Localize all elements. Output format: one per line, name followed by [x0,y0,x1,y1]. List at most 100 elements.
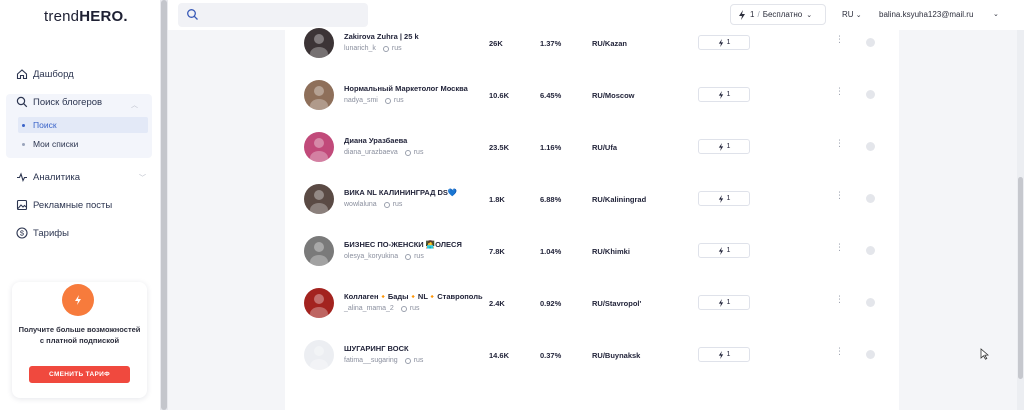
page-scrollbar[interactable] [1017,30,1024,410]
more-options-icon[interactable]: ⋮ [835,191,844,200]
bolt-icon [62,284,94,316]
select-checkbox[interactable] [866,350,875,359]
sidebar-item-analytics[interactable]: Аналитика [16,171,80,183]
blogger-name[interactable]: Нормальный Маркетолог Москва [344,84,468,93]
sidebar: trendHERO. Дашборд Поиск блогеров ︿ Поис… [0,0,160,410]
avatar[interactable] [304,288,334,318]
sidebar-subitem-my-lists[interactable]: Мои списки [18,136,78,152]
globe-icon [404,149,411,156]
bolt-icon [718,90,723,99]
unlock-button[interactable]: 1 [698,139,750,154]
blogger-name[interactable]: ШУГАРИНГ ВОСК [344,344,409,353]
language-tag: rus [382,45,402,52]
select-checkbox[interactable] [866,194,875,203]
followers-count: 1.8K [489,195,505,204]
handle-text: wowlaluna [344,201,377,208]
more-options-icon[interactable]: ⋮ [835,87,844,96]
language-tag: rus [400,305,420,312]
geo-location: RU/Kaliningrad [592,195,647,204]
sidebar-item-tariffs[interactable]: $ Тарифы [16,227,69,239]
table-row[interactable]: БИЗНЕС ПО-ЖЕНСКИ 👩‍💻ОЛЕСЯ olesya_koryuki… [285,226,899,278]
blogger-handle: _alina_mama_2 rus [344,305,420,312]
bolt-icon [718,350,723,359]
geo-location: RU/Moscow [592,91,635,100]
globe-icon [382,45,389,52]
bolt-icon [718,194,723,203]
more-options-icon[interactable]: ⋮ [835,139,844,148]
unlock-cost: 1 [726,351,731,358]
dollar-icon: $ [16,227,28,239]
followers-count: 23.5K [489,143,510,152]
unlock-button[interactable]: 1 [698,347,750,362]
sidebar-item-dashboard[interactable]: Дашборд [16,68,74,80]
pulse-icon [16,171,28,183]
blogger-name[interactable]: ВИКА NL КАЛИНИНГРАД DS💙 [344,188,457,197]
avatar[interactable] [304,28,334,58]
select-checkbox[interactable] [866,298,875,307]
avatar[interactable] [304,80,334,110]
language-text: rus [413,149,424,156]
home-icon [16,68,28,80]
followers-count: 26K [489,39,503,48]
engagement-rate: 6.45% [540,91,562,100]
app-logo[interactable]: trendHERO. [44,8,128,25]
table-row[interactable]: ШУГАРИНГ ВОСК fatima__sugaring rus 14.6K… [285,330,899,382]
blogger-name[interactable]: Диана Уразбаева [344,136,407,145]
more-options-icon[interactable]: ⋮ [835,243,844,252]
scrollbar-thumb[interactable] [1018,177,1023,379]
unlock-button[interactable]: 1 [698,243,750,258]
blogger-name[interactable]: БИЗНЕС ПО-ЖЕНСКИ 👩‍💻ОЛЕСЯ [344,240,462,249]
scrollbar-thumb[interactable] [161,0,167,410]
sidebar-item-ad-posts[interactable]: Рекламные посты [16,199,112,211]
avatar[interactable] [304,132,334,162]
engagement-rate: 1.37% [540,39,562,48]
unlock-button[interactable]: 1 [698,35,750,50]
table-row[interactable]: ВИКА NL КАЛИНИНГРАД DS💙 wowlaluna rus 1.… [285,174,899,226]
blogger-handle: lunarich_k rus [344,45,402,52]
more-options-icon[interactable]: ⋮ [835,35,844,44]
sidebar-scrollbar[interactable] [160,0,168,410]
blogger-handle: diana_urazbaeva rus [344,149,423,156]
blogger-name[interactable]: Коллаген🔸Бады🔸NL🔸Ставрополь [344,292,483,301]
table-row[interactable]: Коллаген🔸Бады🔸NL🔸Ставрополь _alina_mama_… [285,278,899,330]
avatar[interactable] [304,184,334,214]
select-checkbox[interactable] [866,90,875,99]
sidebar-item-label: Дашборд [33,68,74,80]
sidebar-item-label: Рекламные посты [33,199,113,211]
more-options-icon[interactable]: ⋮ [835,347,844,356]
select-checkbox[interactable] [866,38,875,47]
chevron-down-icon[interactable]: ﹀ [139,173,146,183]
followers-count: 7.8K [489,247,505,256]
bolt-icon [718,38,723,47]
handle-text: _alina_mama_2 [344,305,394,312]
sidebar-subitem-search[interactable]: Поиск [18,117,148,133]
table-row[interactable]: Zakirova Zuhra | 25 k lunarich_k rus 26K… [285,18,899,70]
language-text: rus [414,253,424,260]
sidebar-item-search-bloggers[interactable]: Поиск блогеров [16,96,102,108]
unlock-button[interactable]: 1 [698,191,750,206]
followers-count: 2.4K [489,299,505,308]
globe-icon [400,305,407,312]
language-tag: rus [405,253,424,260]
engagement-rate: 1.16% [540,143,562,152]
language-text: rus [409,305,420,312]
unlock-cost: 1 [726,143,731,150]
chevron-up-icon[interactable]: ︿ [131,100,138,110]
change-plan-button[interactable]: СМЕНИТЬ ТАРИФ [29,366,130,383]
sidebar-item-label: Тарифы [33,227,69,239]
avatar[interactable] [304,340,334,370]
bolt-icon [718,246,723,255]
avatar[interactable] [304,236,334,266]
select-checkbox[interactable] [866,142,875,151]
search-icon [187,9,198,20]
bolt-icon [718,142,723,151]
unlock-button[interactable]: 1 [698,87,750,102]
blogger-name[interactable]: Zakirova Zuhra | 25 k [344,32,419,41]
select-checkbox[interactable] [866,246,875,255]
table-row[interactable]: Нормальный Маркетолог Москва nadya_smi r… [285,70,899,122]
chevron-down-icon[interactable]: ⌄ [993,10,999,18]
blogger-handle: wowlaluna rus [344,201,402,208]
table-row[interactable]: Диана Уразбаева diana_urazbaeva rus 23.5… [285,122,899,174]
unlock-button[interactable]: 1 [698,295,750,310]
more-options-icon[interactable]: ⋮ [835,295,844,304]
